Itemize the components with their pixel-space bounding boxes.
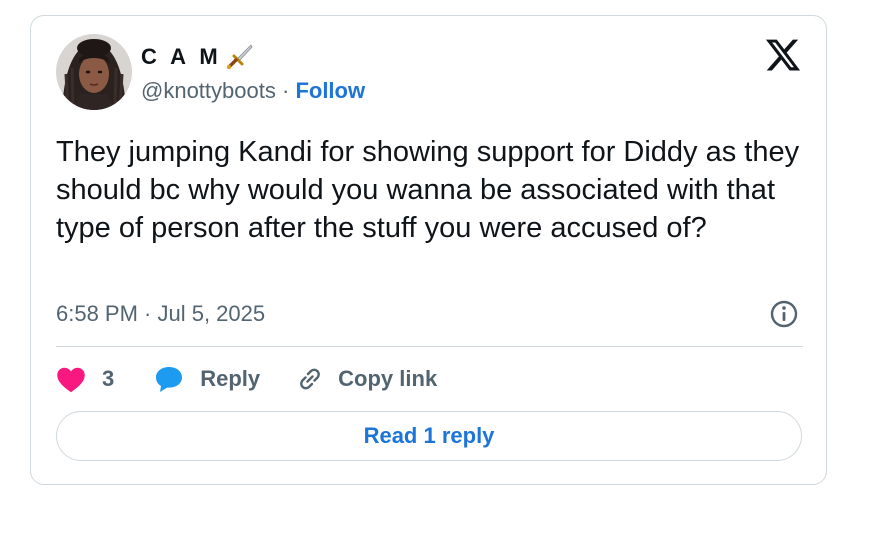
x-logo-icon[interactable]: [764, 36, 802, 74]
link-icon: [296, 365, 324, 393]
handle[interactable]: @knottyboots: [141, 78, 276, 103]
separator: ·: [281, 78, 290, 103]
tweet-timestamp[interactable]: 6:58 PM · Jul 5, 2025: [56, 301, 265, 327]
copy-link-button[interactable]: Copy link: [296, 365, 437, 393]
tweet-card: C A M @knottyboots · Follow They jumping…: [30, 15, 827, 485]
read-replies-button[interactable]: Read 1 reply: [56, 411, 802, 461]
like-count: 3: [102, 366, 115, 391]
reply-label: Reply: [200, 366, 261, 391]
divider: [56, 346, 803, 347]
action-bar: 3 Reply Copy link: [56, 361, 437, 397]
reply-button[interactable]: Reply: [154, 365, 260, 393]
display-name[interactable]: C A M: [141, 44, 222, 70]
avatar[interactable]: [56, 34, 132, 110]
copy-link-label: Copy link: [338, 366, 438, 391]
handle-row: @knottyboots · Follow: [141, 78, 365, 104]
info-icon[interactable]: [768, 298, 800, 330]
like-button[interactable]: 3: [56, 365, 114, 393]
heart-icon: [56, 365, 86, 393]
dagger-icon: [224, 42, 254, 72]
author-name-row: C A M: [141, 42, 254, 72]
reply-bubble-icon: [154, 365, 184, 393]
follow-button[interactable]: Follow: [295, 78, 365, 103]
tweet-text: They jumping Kandi for showing support f…: [56, 136, 800, 244]
